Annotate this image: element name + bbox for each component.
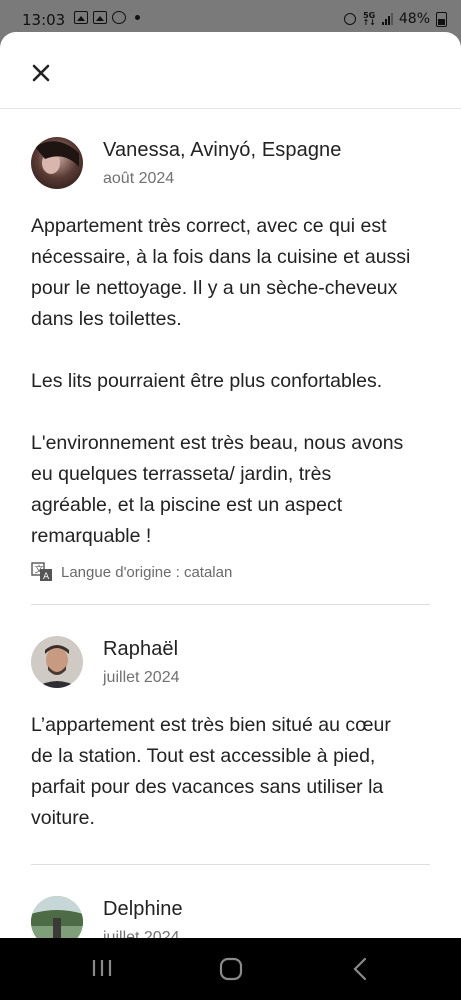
avatar[interactable] [31, 137, 83, 189]
back-icon [353, 957, 367, 981]
back-button[interactable] [351, 957, 371, 986]
review-item: Raphaël juillet 2024 L’appartement est t… [31, 636, 430, 834]
home-icon [219, 957, 243, 981]
review-date: août 2024 [103, 170, 175, 187]
review-header: Vanessa, Avinyó, Espagne août 2024 [31, 137, 430, 189]
translate-icon: 文 A [31, 562, 52, 582]
navigation-bar [0, 938, 461, 1000]
reviewer-name[interactable]: Vanessa, Avinyó, Espagne [103, 139, 342, 162]
review-header: Delphine juillet 2024 [31, 896, 430, 938]
close-button[interactable] [28, 60, 54, 86]
notification-icons [74, 11, 140, 24]
more-notifications-dot [135, 15, 140, 20]
review-date: juillet 2024 [103, 669, 180, 686]
recent-apps-icon [92, 960, 112, 976]
home-button[interactable] [219, 957, 243, 986]
translation-note: 文 A Langue d'origine : catalan [31, 560, 430, 584]
avatar[interactable] [31, 636, 83, 688]
system-icons: 5G ↑↓ 48% [344, 11, 447, 27]
avatar[interactable] [31, 896, 83, 938]
review-header: Raphaël juillet 2024 [31, 636, 430, 688]
reviewer-name[interactable]: Raphaël [103, 638, 178, 661]
divider [31, 604, 430, 605]
review-item: Vanessa, Avinyó, Espagne août 2024 Appar… [31, 137, 430, 584]
review-item: Delphine juillet 2024 [31, 896, 430, 938]
chat-icon [112, 11, 126, 24]
recent-apps-button[interactable] [91, 957, 113, 984]
battery-percent: 48% [398, 11, 430, 27]
photo-icon [93, 11, 107, 24]
battery-icon [436, 11, 447, 27]
reviewer-name[interactable]: Delphine [103, 898, 183, 921]
status-time: 13:03 [22, 11, 66, 29]
divider [31, 864, 430, 865]
reviews-sheet: Vanessa, Avinyó, Espagne août 2024 Appar… [0, 32, 461, 938]
review-text: Appartement très correct, avec ce qui es… [31, 215, 411, 547]
review-date: juillet 2024 [103, 929, 180, 938]
sheet-header [0, 32, 461, 109]
signal-icon [381, 13, 393, 25]
gallery-icon [74, 11, 88, 24]
status-bar: 13:03 5G ↑↓ 48% [0, 0, 461, 34]
alarm-icon [344, 13, 357, 25]
network-5g-icon: 5G ↑↓ [362, 11, 376, 27]
review-text: L’appartement est très bien situé au cœu… [31, 714, 391, 829]
svg-text:A: A [43, 572, 50, 582]
close-icon [32, 64, 50, 82]
original-language-label: Langue d'origine : catalan [61, 563, 233, 581]
